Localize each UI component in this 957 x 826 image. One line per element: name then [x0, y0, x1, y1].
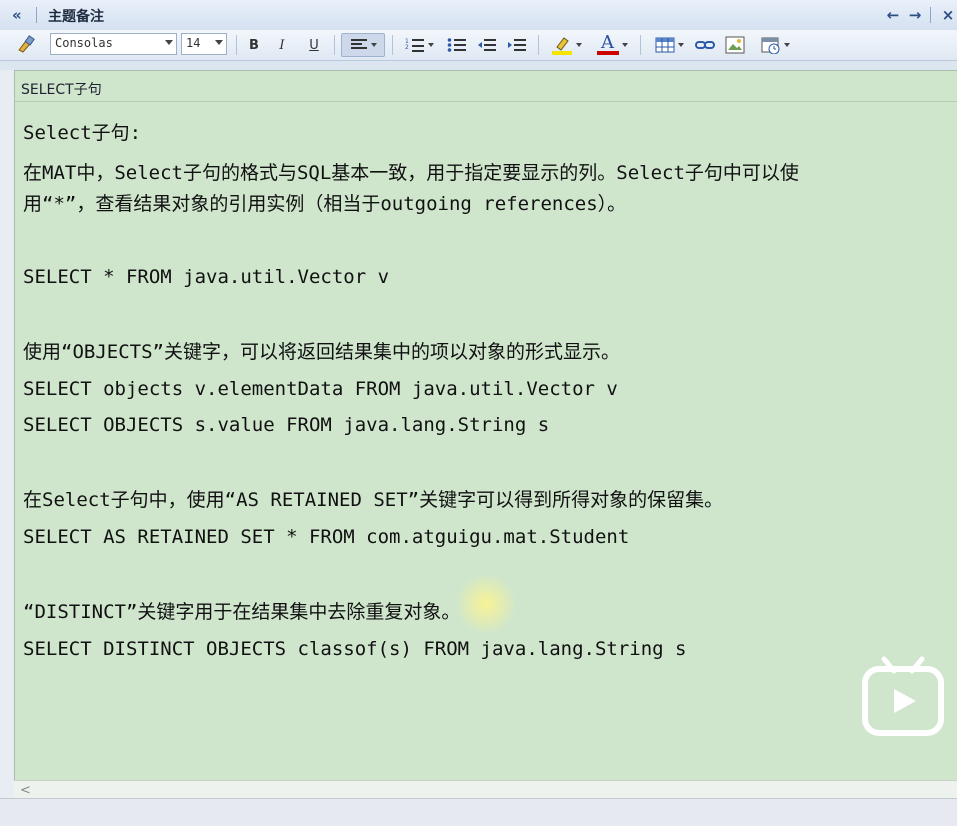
highlighter-icon	[551, 37, 572, 55]
close-icon[interactable]: ×	[939, 6, 957, 24]
text-line: “DISTINCT”关键字用于在结果集中去除重复对象。	[23, 601, 461, 623]
table-icon	[655, 37, 674, 53]
left-gutter	[0, 70, 14, 798]
code-line: SELECT * FROM java.util.Vector v	[23, 266, 390, 288]
insert-datetime-button[interactable]	[756, 34, 794, 56]
font-size-value: 14	[186, 36, 201, 50]
align-left-button[interactable]	[341, 33, 385, 57]
toolbar-separator	[334, 35, 335, 55]
insert-table-button[interactable]	[650, 34, 688, 56]
text-line: 在Select子句中，使用“AS RETAINED SET”关键字可以得到所得对…	[23, 489, 724, 511]
font-name-value: Consolas	[55, 36, 113, 50]
toolbar-separator	[236, 35, 237, 55]
font-size-select[interactable]: 14	[181, 33, 227, 55]
chevron-down-icon	[215, 40, 223, 45]
chevron-down-icon	[165, 40, 173, 45]
italic-button[interactable]: I	[272, 34, 292, 56]
code-line: SELECT DISTINCT OBJECTS classof(s) FROM …	[23, 638, 687, 660]
align-left-icon	[350, 39, 367, 49]
toolbar-separator	[392, 35, 393, 55]
video-logo-icon	[862, 655, 944, 737]
subject-heading: SELECT子句	[21, 82, 102, 98]
panel-title: 主题备注	[48, 9, 104, 25]
format-toolbar: Consolas 14 B I U 12 A	[0, 30, 957, 61]
collapse-panel-icon[interactable]: «	[12, 6, 30, 24]
code-line: SELECT AS RETAINED SET * FROM com.atguig…	[23, 526, 630, 548]
back-arrow-icon[interactable]: ←	[884, 6, 902, 24]
title-separator-right	[930, 7, 931, 23]
increase-indent-icon[interactable]	[506, 34, 528, 56]
calendar-clock-icon	[761, 37, 779, 54]
text-line: 在MAT中，Select子句的格式与SQL基本一致，用于指定要显示的列。Sele…	[23, 162, 799, 184]
scroll-left-icon[interactable]: <	[20, 783, 31, 798]
status-bar	[0, 798, 957, 826]
svg-text:2: 2	[405, 44, 409, 51]
font-color-letter: A	[601, 32, 614, 53]
underline-button[interactable]: U	[304, 34, 324, 56]
bullet-list-icon[interactable]	[446, 34, 468, 56]
link-icon[interactable]	[694, 34, 716, 56]
bold-button[interactable]: B	[244, 34, 264, 56]
forward-arrow-icon[interactable]: →	[906, 6, 924, 24]
numbered-list-button[interactable]: 12	[400, 34, 438, 56]
font-color-swatch	[596, 51, 619, 55]
font-name-select[interactable]: Consolas	[50, 33, 177, 55]
subject-divider	[15, 101, 957, 102]
text-line: Select子句:	[23, 122, 142, 144]
image-icon[interactable]	[724, 34, 746, 56]
toolbar-separator	[640, 35, 641, 55]
text-line: 使用“OBJECTS”关键字，可以将返回结果集中的项以对象的形式显示。	[23, 341, 620, 363]
text-line: 用“*”，查看结果对象的引用实例（相当于outgoing references）…	[23, 193, 627, 215]
cursor-highlight	[455, 573, 517, 635]
code-line: SELECT objects v.elementData FROM java.u…	[23, 378, 618, 400]
title-separator	[36, 7, 37, 23]
format-painter-icon[interactable]	[14, 34, 38, 56]
notes-editor[interactable]: SELECT子句 Select子句: 在MAT中，Select子句的格式与SQL…	[14, 70, 957, 781]
highlight-color-button[interactable]	[546, 34, 586, 56]
code-line: SELECT OBJECTS s.value FROM java.lang.St…	[23, 414, 550, 436]
decrease-indent-icon[interactable]	[476, 34, 498, 56]
notes-title-bar: « 主题备注 ← → ×	[0, 0, 957, 31]
font-color-button[interactable]: A	[592, 34, 632, 56]
horizontal-scrollbar[interactable]: <	[14, 780, 957, 799]
numbered-list-icon: 12	[405, 38, 424, 52]
toolbar-separator	[538, 35, 539, 55]
